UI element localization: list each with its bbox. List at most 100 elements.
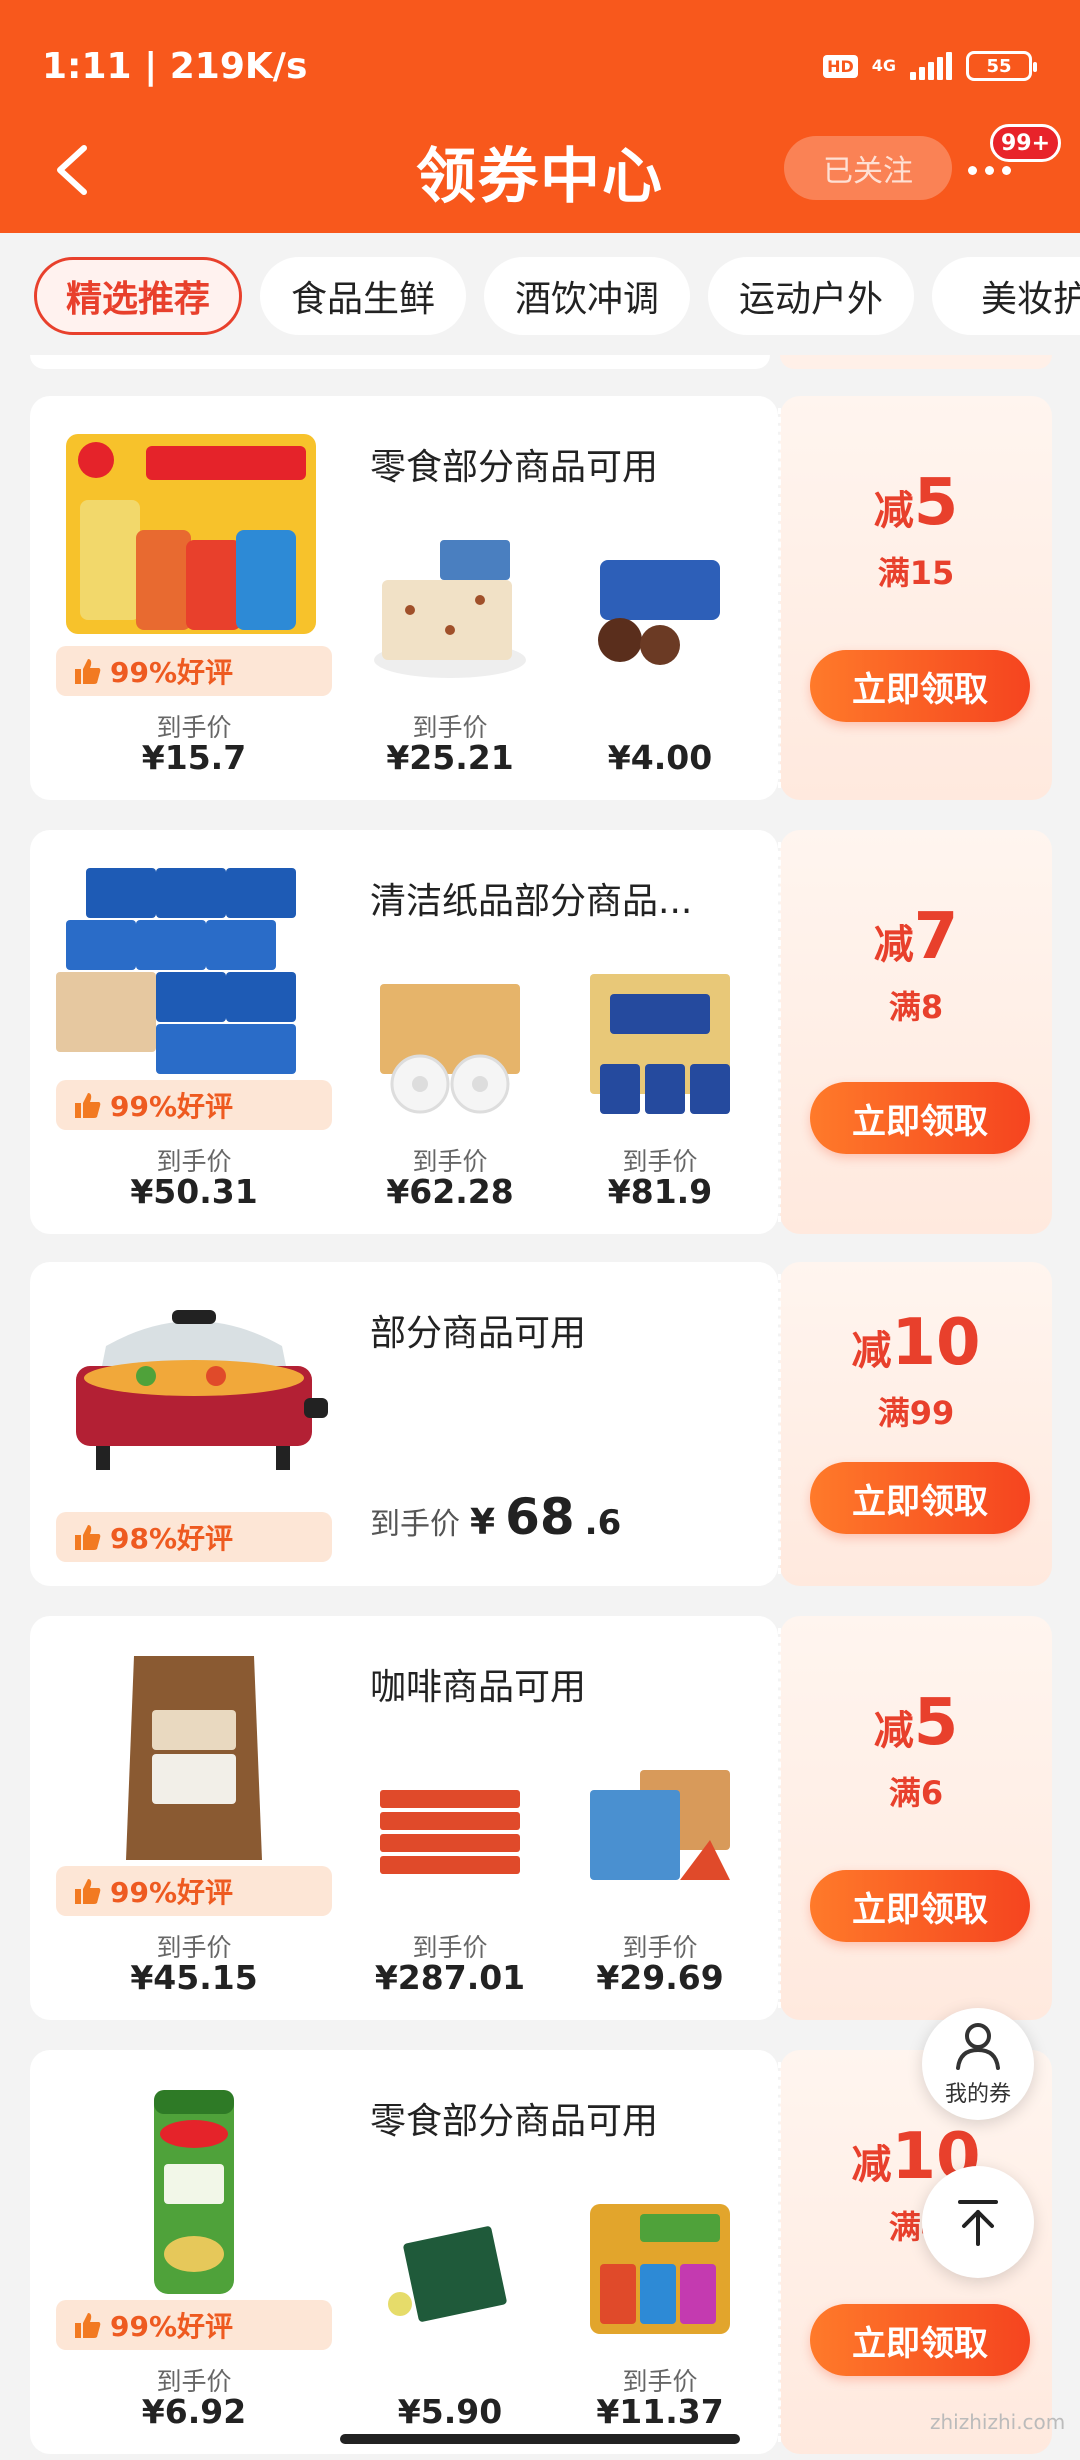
- coupon-title: 零食部分商品可用: [370, 447, 659, 488]
- product-image-main[interactable]: [56, 864, 332, 1080]
- product-thumbnail[interactable]: [370, 1750, 530, 1910]
- rating-pill: 99%好评: [56, 2300, 332, 2350]
- product-thumbnail[interactable]: [370, 530, 530, 690]
- more-dot-icon: [1002, 165, 1011, 175]
- battery-icon: 55: [966, 51, 1037, 81]
- hd-icon: HD: [823, 54, 858, 78]
- price-value: ¥15.7: [141, 738, 247, 777]
- product-thumbnail[interactable]: [370, 964, 530, 1124]
- discount-amount: 减10: [780, 1306, 1052, 1380]
- back-to-top-button[interactable]: [922, 2166, 1034, 2278]
- price-value: ¥6.92: [141, 2392, 247, 2431]
- rating-text: 98%好评: [110, 1522, 234, 1555]
- network-label: 4G: [871, 56, 896, 75]
- coupon-card: 99%好评 到手价 ¥50.31 清洁纸品部分商品... 到手价 ¥62.28 …: [30, 830, 1052, 1234]
- claim-button[interactable]: 立即领取: [810, 1870, 1030, 1942]
- tab-drinks[interactable]: 酒饮冲调: [484, 257, 690, 335]
- claim-button[interactable]: 立即领取: [810, 1082, 1030, 1154]
- price-value: ¥50.31: [130, 1172, 258, 1211]
- discount-value: 7: [913, 900, 959, 974]
- tab-beauty[interactable]: 美妆护: [932, 257, 1080, 335]
- status-icons: HD 4G 55: [823, 46, 1037, 86]
- rating-text: 99%好评: [110, 656, 234, 689]
- claim-button[interactable]: 立即领取: [810, 650, 1030, 722]
- product-image-main[interactable]: [56, 1650, 332, 1866]
- price-value: ¥11.37: [596, 2392, 724, 2431]
- rating-pill: 99%好评: [56, 1080, 332, 1130]
- battery-level: 55: [986, 55, 1012, 77]
- thumbs-up-icon: [75, 1879, 101, 1904]
- minus-label: 减: [851, 2142, 892, 2188]
- price-value: ¥4.00: [607, 738, 713, 777]
- user-icon: [956, 2023, 1000, 2070]
- threshold: 满15: [877, 554, 955, 592]
- coupon-offer: 减7 满8 立即领取: [778, 830, 1052, 1234]
- coupon-card: 98%好评 部分商品可用 到手价 ¥68.6 减10 满99 立即领取: [30, 1262, 1052, 1586]
- coupon-title: 咖啡商品可用: [370, 1667, 587, 1708]
- product-image-main[interactable]: [56, 430, 332, 646]
- minus-label: 减: [851, 1328, 892, 1374]
- signal-icon: [910, 52, 952, 80]
- thumbs-up-icon: [75, 1525, 101, 1550]
- header: 1:11 | 219K/s HD 4G 55 领券中心 已关注 99+: [0, 0, 1080, 233]
- product-thumbnail[interactable]: [370, 2184, 530, 2344]
- coupon-products: 99%好评 到手价 ¥45.15 咖啡商品可用 到手价 ¥287.01 到手价: [30, 1616, 778, 2020]
- follow-button[interactable]: 已关注: [784, 136, 952, 200]
- coupon-products: 99%好评 到手价 ¥6.92 零食部分商品可用 ¥5.90 到手价 ¥11.3…: [30, 2050, 778, 2454]
- thumbs-up-icon: [75, 659, 101, 684]
- minus-label: 减: [873, 488, 914, 534]
- discount-value: 5: [913, 1686, 959, 1760]
- coupon-card: 99%好评 到手价 ¥15.7 零食部分商品可用 到手价 ¥25.21 ¥4.0…: [30, 396, 1052, 800]
- my-coupons-label: 我的券: [944, 2082, 1011, 2107]
- previous-card-edge: [30, 355, 770, 369]
- tab-sports-outdoor[interactable]: 运动户外: [708, 257, 914, 335]
- more-dot-icon: [968, 165, 977, 175]
- price-currency: ¥: [470, 1502, 496, 1543]
- arrow-up-icon: [958, 2200, 998, 2246]
- product-thumbnail[interactable]: [580, 1750, 740, 1910]
- coupon-offer: 减5 满6 立即领取: [778, 1616, 1052, 2020]
- my-coupons-button[interactable]: 我的券: [922, 2008, 1034, 2120]
- price-value: ¥62.28: [386, 1172, 514, 1211]
- price-decimal: .6: [584, 1503, 622, 1543]
- product-thumbnail[interactable]: [580, 964, 740, 1124]
- rating-text: 99%好评: [110, 2310, 234, 2343]
- threshold: 满6: [888, 1774, 944, 1812]
- coupon-title: 清洁纸品部分商品...: [370, 881, 693, 922]
- discount-value: 10: [891, 1306, 981, 1380]
- status-time: 1:11 | 219K/s: [42, 46, 308, 87]
- minus-label: 减: [873, 922, 914, 968]
- product-image-main[interactable]: [56, 2084, 332, 2300]
- tab-fresh-food[interactable]: 食品生鲜: [260, 257, 466, 335]
- price-value: ¥29.69: [596, 1958, 724, 1997]
- product-thumbnail[interactable]: [580, 530, 740, 690]
- price-value: ¥25.21: [386, 738, 514, 777]
- coupon-products: 99%好评 到手价 ¥15.7 零食部分商品可用 到手价 ¥25.21 ¥4.0…: [30, 396, 778, 800]
- thumbs-up-icon: [75, 1093, 101, 1118]
- rating-pill: 99%好评: [56, 1866, 332, 1916]
- discount-amount: 减5: [780, 466, 1052, 540]
- claim-button[interactable]: 立即领取: [810, 2304, 1030, 2376]
- claim-button[interactable]: 立即领取: [810, 1462, 1030, 1534]
- inline-price: 到手价 ¥68.6: [370, 1488, 621, 1546]
- more-dot-icon: [985, 165, 994, 175]
- product-thumbnail[interactable]: [580, 2184, 740, 2344]
- product-image-main[interactable]: [56, 1306, 332, 1482]
- price-value: ¥287.01: [374, 1958, 526, 1997]
- home-indicator: [340, 2434, 740, 2444]
- tab-featured[interactable]: 精选推荐: [34, 257, 242, 335]
- price-value: ¥81.9: [607, 1172, 713, 1211]
- threshold: 满99: [877, 1394, 955, 1432]
- status-bar: 1:11 | 219K/s HD 4G 55: [0, 0, 1080, 110]
- discount-amount: 减5: [780, 1686, 1052, 1760]
- coupon-title: 零食部分商品可用: [370, 2101, 659, 2142]
- minus-label: 减: [873, 1708, 914, 1754]
- coupon-offer: 减5 满15 立即领取: [778, 396, 1052, 800]
- coupon-products: 99%好评 到手价 ¥50.31 清洁纸品部分商品... 到手价 ¥62.28 …: [30, 830, 778, 1234]
- rating-text: 99%好评: [110, 1090, 234, 1123]
- coupon-products: 98%好评 部分商品可用 到手价 ¥68.6: [30, 1262, 778, 1586]
- previous-card-edge-right: [780, 355, 1052, 369]
- discount-value: 5: [913, 466, 959, 540]
- coupon-card: 99%好评 到手价 ¥45.15 咖啡商品可用 到手价 ¥287.01 到手价: [30, 1616, 1052, 2020]
- coupon-offer: 减10 满99 立即领取: [778, 1262, 1052, 1586]
